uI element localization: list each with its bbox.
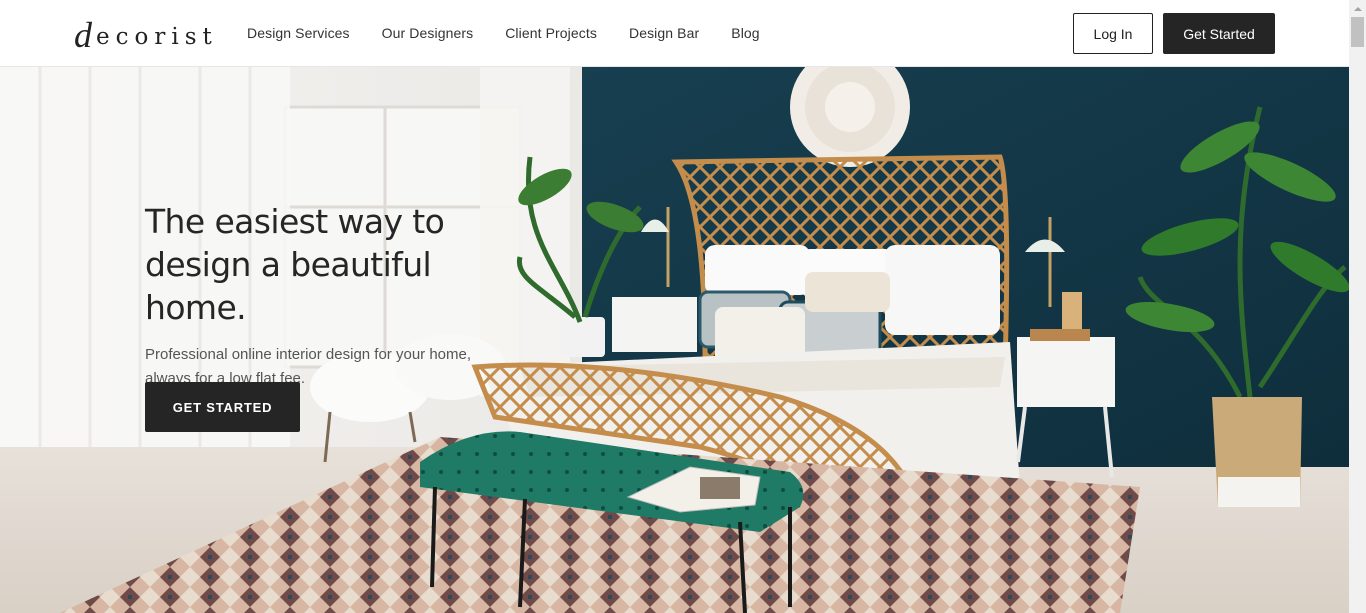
scroll-up-arrow-icon[interactable] (1349, 0, 1366, 17)
hero-headline: The easiest way to design a beautiful ho… (145, 202, 445, 327)
nav-design-services[interactable]: Design Services (247, 25, 350, 41)
header-get-started-button[interactable]: Get Started (1163, 13, 1275, 54)
logo-initial: d (74, 15, 96, 55)
nav-our-designers[interactable]: Our Designers (382, 25, 474, 41)
nav-client-projects[interactable]: Client Projects (505, 25, 597, 41)
login-button[interactable]: Log In (1073, 13, 1153, 54)
page-scrollbar[interactable] (1349, 0, 1366, 613)
hero-get-started-button[interactable]: GET STARTED (145, 382, 300, 432)
hero-section: The easiest way to design a beautiful ho… (0, 67, 1349, 613)
nav-design-bar[interactable]: Design Bar (629, 25, 699, 41)
scroll-thumb[interactable] (1351, 17, 1364, 47)
main-nav: Design Services Our Designers Client Pro… (247, 0, 792, 66)
hero-copy: The easiest way to design a beautiful ho… (145, 200, 525, 391)
decorist-logo[interactable]: decorist (74, 12, 218, 55)
logo-text: ecorist (96, 24, 218, 50)
site-header: decorist Design Services Our Designers C… (0, 0, 1349, 67)
nav-blog[interactable]: Blog (731, 25, 759, 41)
